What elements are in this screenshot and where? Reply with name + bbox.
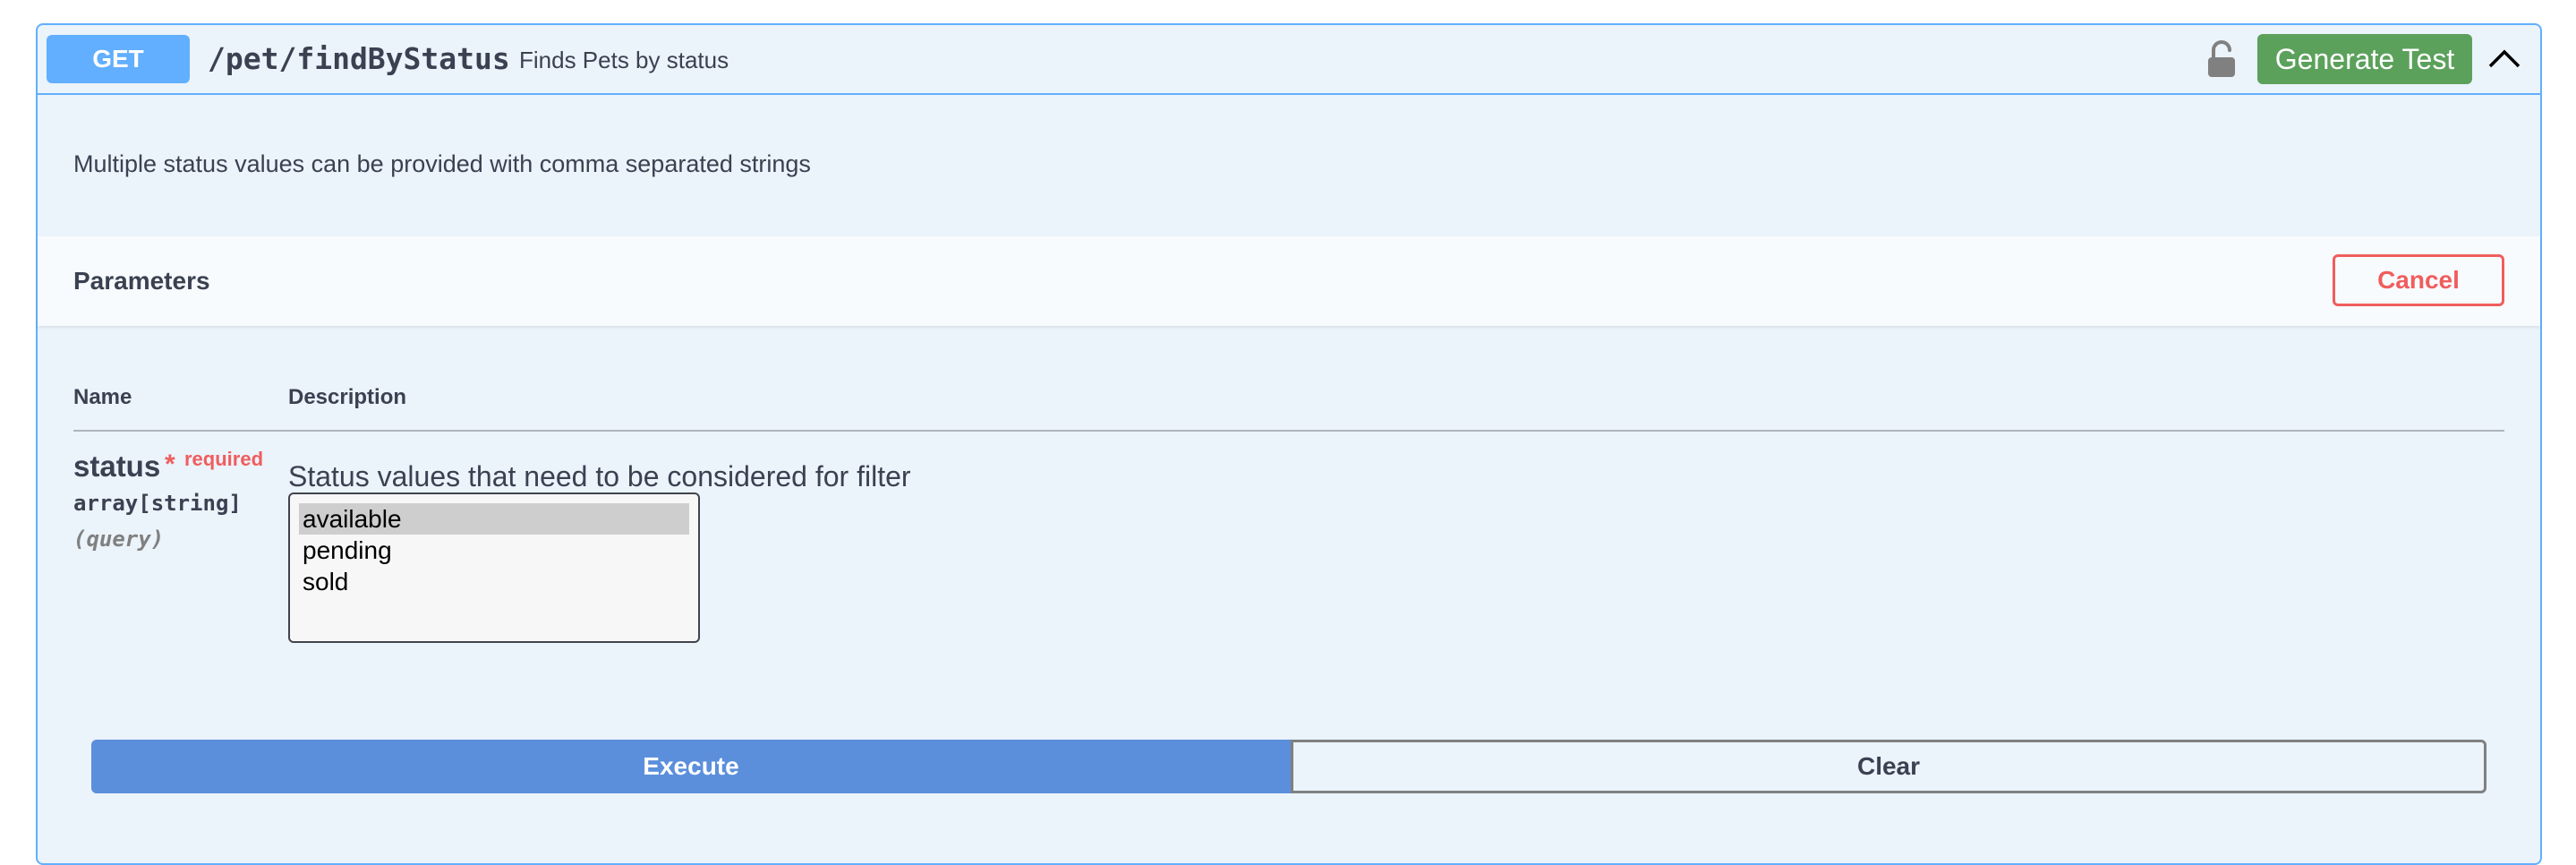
- operation-summary[interactable]: GET /pet/findByStatus Finds Pets by stat…: [38, 25, 2540, 95]
- operation-block: GET /pet/findByStatus Finds Pets by stat…: [36, 23, 2542, 865]
- column-header-name: Name: [73, 385, 132, 409]
- parameters-header: Parameters Cancel: [38, 236, 2540, 326]
- required-label: required: [184, 448, 264, 470]
- execute-wrapper: Execute Clear: [91, 740, 2486, 793]
- execute-button[interactable]: Execute: [91, 740, 1291, 793]
- column-header-description: Description: [288, 385, 407, 409]
- table-divider: [73, 430, 2504, 432]
- status-option-sold[interactable]: sold: [299, 566, 689, 597]
- status-option-pending[interactable]: pending: [299, 535, 689, 566]
- status-multiselect[interactable]: available pending sold: [288, 492, 700, 643]
- operation-path: /pet/findByStatus: [208, 41, 510, 76]
- param-type: array[string]: [73, 491, 242, 516]
- status-option-available[interactable]: available: [299, 503, 689, 535]
- generate-test-button[interactable]: Generate Test: [2257, 34, 2472, 84]
- operation-description: Multiple status values can be provided w…: [73, 150, 811, 177]
- param-location: (query): [73, 527, 165, 552]
- required-star: *: [165, 450, 175, 479]
- cancel-button[interactable]: Cancel: [2333, 254, 2504, 306]
- parameters-title: Parameters: [73, 267, 210, 295]
- param-description: Status values that need to be considered…: [288, 460, 911, 492]
- method-badge: GET: [47, 35, 190, 83]
- clear-button[interactable]: Clear: [1291, 740, 2486, 793]
- unlock-icon[interactable]: [2205, 39, 2238, 79]
- param-name: status: [73, 450, 161, 483]
- operation-summary-text: Finds Pets by status: [519, 47, 729, 73]
- chevron-up-icon[interactable]: [2486, 43, 2522, 75]
